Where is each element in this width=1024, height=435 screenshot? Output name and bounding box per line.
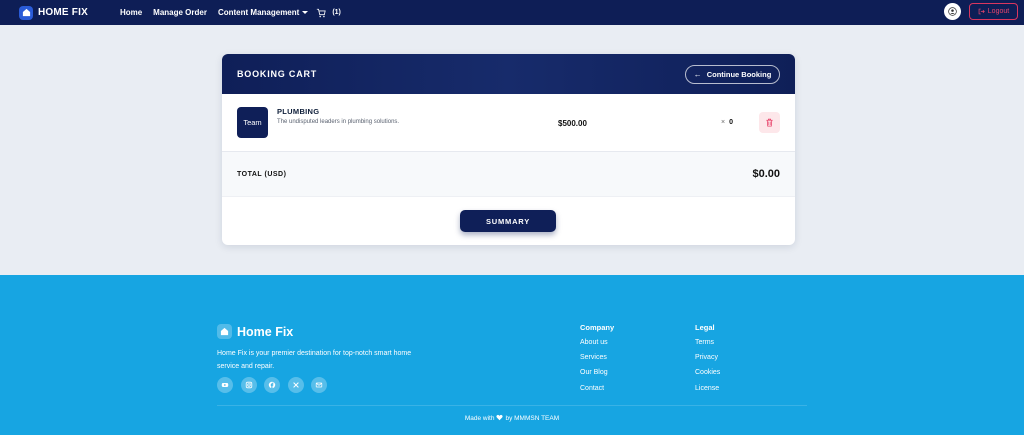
total-row: TOTAL (USD) $0.00 [222, 152, 795, 197]
footer-link-services[interactable]: Services [580, 354, 614, 361]
footer-company-title: Company [580, 323, 615, 332]
continue-booking-label: Continue Booking [706, 69, 772, 79]
item-description: The undisputed leaders in plumbing solut… [277, 119, 400, 125]
instagram-icon [245, 381, 252, 389]
cart-icon [317, 8, 326, 17]
nav-home[interactable]: Home [120, 8, 142, 17]
footer-link-privacy[interactable]: Privacy [695, 354, 720, 361]
footer-divider [217, 405, 807, 406]
total-value: $0.00 [752, 168, 780, 180]
footer-link-terms[interactable]: Terms [695, 339, 720, 346]
card-header: BOOKING CART ← Continue Booking [222, 54, 795, 94]
footer-link-contact[interactable]: Contact [580, 385, 614, 392]
avatar[interactable] [944, 3, 961, 20]
mail-link[interactable] [311, 377, 327, 393]
nav-content-management[interactable]: Content Management [217, 8, 309, 17]
total-label: TOTAL (USD) [237, 171, 287, 178]
logout-icon [978, 8, 985, 15]
footer-company-column: Company About us Services Our Blog Conta… [580, 323, 614, 400]
nav-right: Logout [944, 3, 1018, 20]
x-icon [292, 382, 299, 388]
footer-brand-name: Home Fix [237, 324, 294, 339]
made-by-text: by MMMSN TEAM [505, 415, 560, 422]
footer-description: Home Fix is your premier destination for… [217, 350, 412, 370]
caret-down-icon [302, 11, 309, 14]
youtube-link[interactable] [217, 377, 233, 393]
summary-button[interactable]: SUMMARY [460, 210, 556, 232]
x-link[interactable] [287, 377, 304, 393]
social-links [217, 377, 335, 393]
logout-label: Logout [987, 8, 1010, 15]
user-icon [948, 7, 957, 16]
home-icon [19, 5, 33, 20]
delete-item-button[interactable] [759, 112, 780, 133]
quantity-value: 0 [729, 119, 733, 126]
item-thumbnail: Team [237, 107, 268, 138]
cart-item-row: Team PLUMBING The undisputed leaders in … [222, 94, 795, 152]
cart-count: (1) [332, 9, 341, 16]
footer-link-about[interactable]: About us [580, 339, 614, 346]
footer-link-cookies[interactable]: Cookies [695, 369, 720, 376]
footer-link-blog[interactable]: Our Blog [580, 369, 614, 376]
footer-legal-column: Legal Terms Privacy Cookies License [695, 323, 720, 400]
mail-icon [315, 382, 323, 388]
item-name: PLUMBING [277, 107, 320, 116]
nav-manage-order[interactable]: Manage Order [153, 8, 207, 17]
instagram-link[interactable] [240, 377, 257, 393]
footer-brand[interactable]: Home Fix [217, 324, 293, 339]
footer-link-license[interactable]: License [695, 385, 720, 392]
card-title: BOOKING CART [237, 69, 318, 79]
home-icon [217, 324, 232, 339]
brand-name: HOME FIX [38, 7, 88, 18]
footer-credits: Made with by MMMSN TEAM [0, 414, 1024, 423]
item-price: $500.00 [558, 119, 587, 128]
trash-icon [766, 118, 773, 127]
nav-cart[interactable]: (1) [316, 8, 341, 18]
nav-links: Home Manage Order Content Management (1) [120, 8, 341, 18]
times-symbol: × [721, 119, 726, 126]
footer: Home Fix Home Fix is your premier destin… [0, 275, 1024, 435]
logout-button[interactable]: Logout [969, 3, 1018, 20]
footer-legal-title: Legal [695, 323, 715, 332]
made-with-text: Made with [464, 415, 495, 422]
arrow-left-icon: ← [693, 69, 702, 79]
brand[interactable]: HOME FIX [19, 5, 88, 20]
item-quantity: × 0 [721, 119, 733, 126]
booking-cart-card: BOOKING CART ← Continue Booking Team PLU… [222, 54, 795, 245]
facebook-link[interactable] [264, 377, 280, 393]
nav-content-management-label: Content Management [217, 8, 300, 17]
youtube-icon [221, 383, 229, 387]
top-navbar: HOME FIX Home Manage Order Content Manag… [0, 0, 1024, 25]
heart-icon [496, 414, 504, 423]
facebook-icon [268, 381, 276, 389]
continue-booking-button[interactable]: ← Continue Booking [685, 64, 780, 84]
